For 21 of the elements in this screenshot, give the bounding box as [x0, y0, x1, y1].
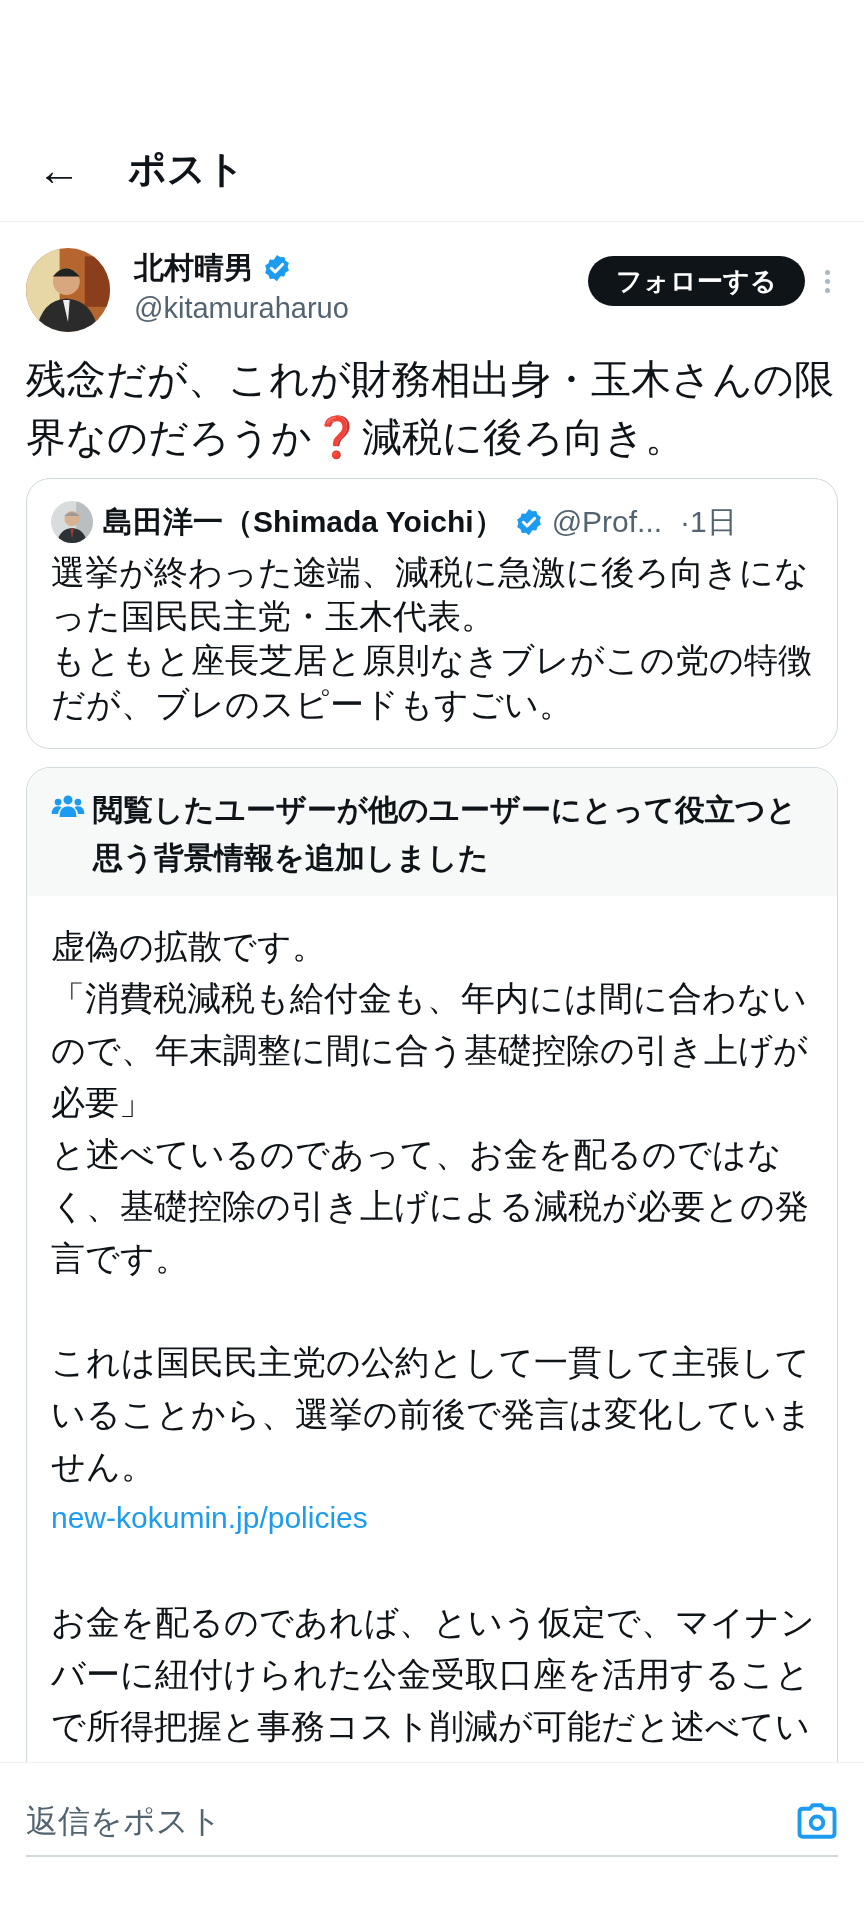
more-icon[interactable]	[825, 270, 830, 293]
quoted-post-text: もともと座長芝居と原則なきブレがこの党の特徴だが、ブレのスピードもすごい。	[51, 640, 813, 725]
back-button[interactable]: ←	[34, 147, 84, 192]
post-text: 残念だが、これが財務相出身・玉木さんの限界なのだろうか❓減税に後ろ向き。	[26, 356, 835, 461]
note-paragraph: これは国民民主党の公約として一貫して主張していることから、選挙の前後で発言は変化していません。	[51, 1342, 813, 1487]
note-title: 閲覧したユーザーが他のユーザーにとって役立つと思う背景情報を追加しました	[93, 792, 798, 876]
reply-field[interactable]: 返信をポスト	[26, 1787, 838, 1857]
quoted-post[interactable]: 島田洋一（Shimada Yoichi） @Prof... ·1日 選挙が終わった途端、減税に急激に後ろ向きになった国民民主党・玉木代表。 もともと座長芝居と原則なきブレがこの党の特徴だが、ブレのスピードもすごい。	[26, 478, 838, 749]
quoted-author-name: 島田洋一（Shimada Yoichi）	[103, 504, 504, 540]
note-paragraph: 「消費税減税も給付金も、年内には間に合わないので、年末調整に間に合う基礎控除の引き上げが必要」	[51, 978, 809, 1123]
note-paragraph: と述べているのであって、お金を配るのではなく、基礎控除の引き上げによる減税が必要との発言です。	[51, 1134, 810, 1279]
follow-button[interactable]: フォローする	[588, 256, 805, 306]
author-handle: @kitamuraharuo	[134, 291, 350, 326]
note-paragraph: お金を配るのであれば、という仮定で、マイナンバーに紐付けられた公金受取口座を活用することで所得把握と事務コスト削減が可能だと述べてい	[51, 1602, 816, 1747]
quoted-post-text: 選挙が終わった途端、減税に急激に後ろ向きになった国民民主党・玉木代表。	[51, 552, 810, 637]
note-paragraph: 虚偽の拡散です。	[51, 926, 327, 967]
page-title: ポスト	[128, 147, 245, 192]
author-name: 北村晴男	[134, 250, 254, 286]
camera-icon[interactable]	[796, 1800, 838, 1842]
quoted-post-time: ·1日	[680, 504, 737, 540]
quoted-author-handle: @Prof...	[551, 504, 663, 540]
